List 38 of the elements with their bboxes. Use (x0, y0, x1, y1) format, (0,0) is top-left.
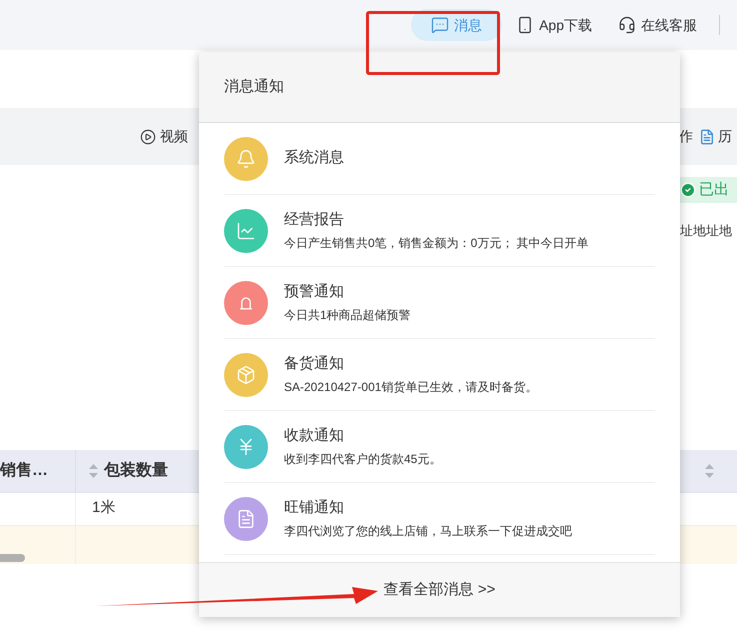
headset-icon (618, 16, 636, 34)
line-chart-icon (236, 220, 256, 240)
message-icon (431, 16, 450, 34)
notification-title: 旺铺通知 (284, 498, 345, 518)
header-nav-item[interactable]: 在线客服 (614, 9, 701, 41)
notification-text: 今日产生销售共0笔，销售金额为：0万元； 其中今日开单 (284, 235, 589, 252)
column-header: 包装数量 (104, 460, 168, 480)
document-icon (699, 128, 715, 144)
notification-text: SA-20210427-001销货单已生效，请及时备货。 (284, 379, 538, 396)
notification-title: 备货通知 (284, 354, 345, 374)
header-nav-item[interactable]: App下载 (512, 9, 596, 41)
notification-title: 经营报告 (284, 210, 345, 230)
bell-icon (236, 148, 256, 168)
panel-title: 消息通知 (224, 76, 284, 97)
box-icon (236, 364, 256, 384)
notification-item[interactable]: 预警通知 今日共1种商品超储预警 (224, 267, 655, 339)
sort-icon[interactable] (705, 464, 714, 478)
document-icon (236, 508, 256, 528)
notification-title: 收款通知 (284, 426, 345, 446)
view-all-link[interactable]: 查看全部消息 >> (384, 578, 496, 602)
notification-text: 今日共1种商品超储预警 (284, 307, 411, 324)
notification-item[interactable]: 系统消息 (224, 123, 655, 195)
sort-icon[interactable] (89, 464, 98, 478)
notification-item[interactable]: 经营报告 今日产生销售共0笔，销售金额为：0万元； 其中今日开单 (224, 195, 655, 267)
notification-text: 收到李四代客户的货款45元。 (284, 451, 442, 468)
history-link[interactable]: 历 (699, 126, 737, 147)
play-icon (140, 128, 156, 144)
notification-item[interactable]: 收款通知 收到李四代客户的货款45元。 (224, 411, 655, 483)
scrollbar-thumb[interactable] (0, 554, 25, 562)
notification-text: 李四代浏览了您的线上店铺，马上联系一下促进成交吧 (284, 523, 572, 540)
table-cell-text: 1米 (92, 498, 116, 518)
toolbar-text: 作 (679, 127, 693, 146)
video-link[interactable]: 视频 (140, 126, 188, 147)
notification-title: 预警通知 (284, 282, 345, 302)
address-text: 址地址地 (680, 222, 733, 240)
notification-title: 系统消息 (284, 148, 344, 168)
notification-item[interactable]: 旺铺通知 李四代浏览了您的线上店铺，马上联系一下促进成交吧 (224, 483, 655, 555)
notification-item[interactable]: 备货通知 SA-20210427-001销货单已生效，请及时备货。 (224, 339, 655, 411)
